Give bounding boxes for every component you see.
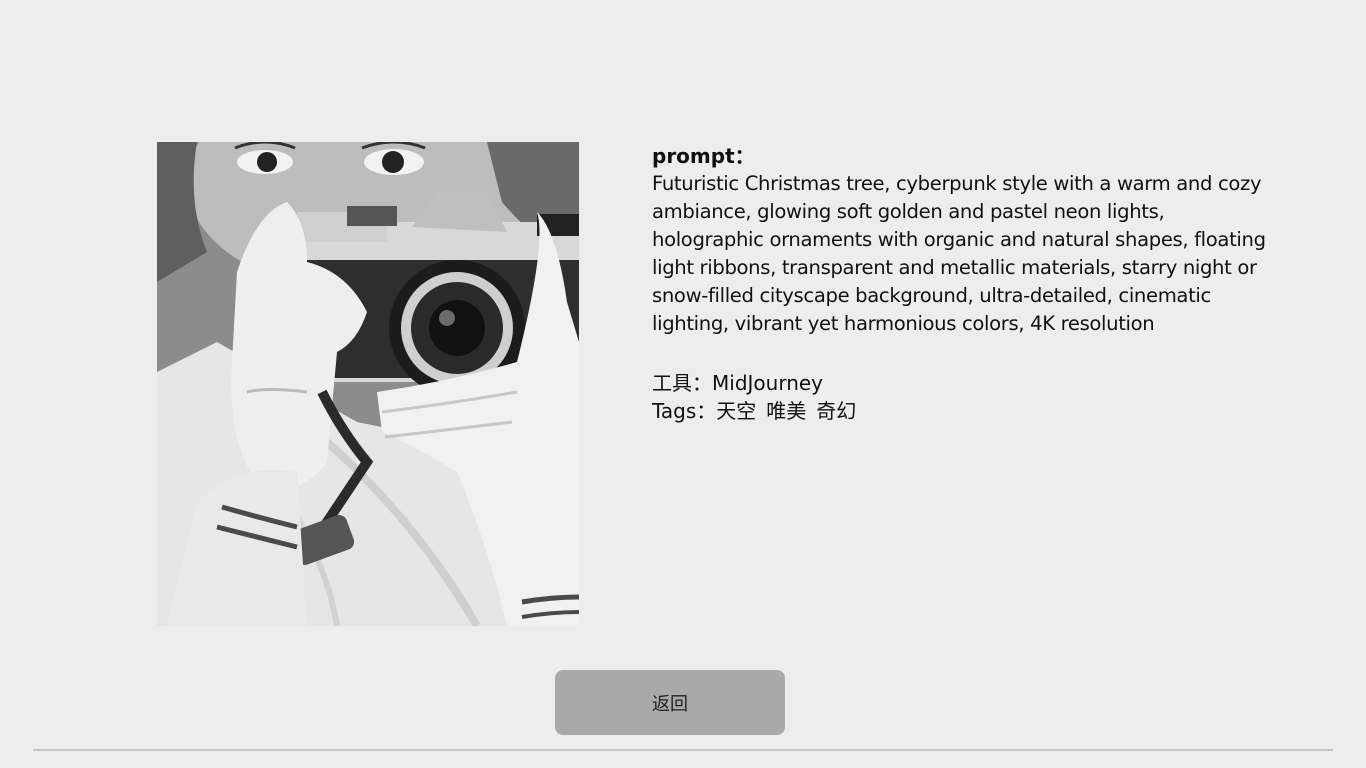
detail-page: prompt： Futuristic Christmas tree, cyber… [0, 0, 1366, 768]
meta-section: 工具：MidJourney Tags：天空 唯美 奇幻 [652, 369, 1272, 425]
tags-label: Tags： [652, 399, 717, 423]
footer-divider [33, 749, 1333, 751]
tool-label: 工具： [652, 371, 712, 395]
tool-value: MidJourney [712, 371, 824, 395]
tag-item: 奇幻 [816, 399, 857, 423]
back-button[interactable]: 返回 [555, 670, 785, 735]
prompt-label: prompt： [652, 144, 755, 168]
tag-item: 唯美 [766, 399, 807, 423]
tags-row: Tags：天空 唯美 奇幻 [652, 397, 1272, 425]
prompt-text: Futuristic Christmas tree, cyberpunk sty… [652, 172, 1266, 335]
tool-row: 工具：MidJourney [652, 369, 1272, 397]
back-button-label: 返回 [652, 693, 688, 715]
tag-item: 天空 [716, 399, 757, 423]
artwork-image [157, 142, 579, 626]
artwork-info: prompt： Futuristic Christmas tree, cyber… [652, 142, 1272, 425]
